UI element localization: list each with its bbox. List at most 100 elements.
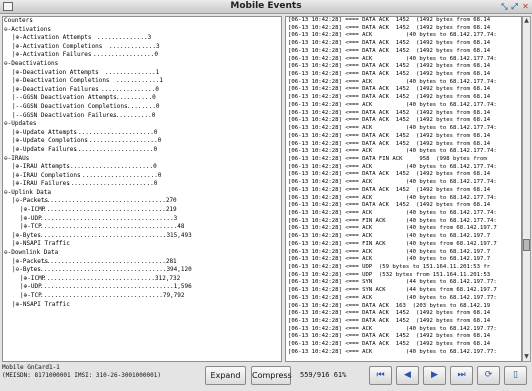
scroll-down-icon[interactable]: ▼ bbox=[523, 353, 530, 361]
log-line: [06-13 10:42:28] <=== ACK (40 bytes to 6… bbox=[288, 325, 497, 332]
log-line: [06-13 10:42:28] <=== ACK (40 bytes to 6… bbox=[288, 163, 497, 170]
maximize-icon[interactable]: ⤢ bbox=[510, 2, 519, 11]
counters-tree[interactable]: Counters ⊖-Activations |⊕-Activation Att… bbox=[2, 16, 282, 362]
tree-row[interactable]: |⊕-NSAPI Traffic bbox=[3, 240, 281, 249]
save-button[interactable]: ▯ bbox=[504, 366, 527, 385]
tree-row[interactable]: |⊖-Bytes................................… bbox=[3, 266, 281, 275]
device-identifiers: (MEISDN: 8171000001 IMSI: 310-26-3001000… bbox=[2, 372, 161, 379]
tree-row[interactable]: |⊕-Activation Completions .............3 bbox=[3, 43, 281, 52]
tree-row[interactable]: Counters bbox=[3, 17, 281, 26]
tree-row[interactable]: |⊕-NSAPI Traffic bbox=[3, 301, 281, 310]
tree-item: |⊕-Activation Attempts bbox=[12, 34, 92, 42]
tree-row[interactable]: |⊕-Update Completions...................… bbox=[3, 137, 281, 146]
tree-row[interactable]: |--GGSN Deactivation Attempts ..........0 bbox=[3, 94, 281, 103]
tree-value: ..................................219 bbox=[43, 206, 177, 214]
compress-button[interactable]: Compress bbox=[251, 366, 292, 385]
tree-value: .....................0 bbox=[82, 171, 162, 179]
tree-item: |⊕-TCP bbox=[20, 292, 42, 299]
tree-value: .....................0 bbox=[78, 128, 158, 136]
tree-value: ...........0 bbox=[112, 111, 156, 119]
event-log[interactable]: [06-13 10:42:28] ==== DATA ACK 1452 (149… bbox=[285, 16, 522, 362]
log-line: [06-13 10:42:28] <=== FIN ACK (40 bytes … bbox=[288, 217, 497, 224]
refresh-button[interactable]: ⟳ bbox=[477, 366, 500, 385]
tree-value: ...................0 bbox=[89, 137, 162, 145]
log-line: [06-13 10:42:28] <=== DATA ACK 1452 (149… bbox=[288, 132, 491, 139]
tree-row[interactable]: ⊖-Activations bbox=[3, 26, 281, 35]
tree-value: ..............1 bbox=[105, 68, 160, 76]
log-line: [06-13 10:42:28] <=== ACK (40 bytes to 6… bbox=[288, 179, 497, 186]
tree-row[interactable]: |⊕-Update Failures......................… bbox=[3, 146, 281, 155]
tree-value: .....................................3 bbox=[40, 214, 178, 222]
tree-row[interactable]: |⊕-UDP..................................… bbox=[3, 215, 281, 224]
previous-button[interactable]: ◀ bbox=[396, 366, 419, 385]
tree-row[interactable]: |⊕-Update Attempts .....................0 bbox=[3, 129, 281, 138]
log-line: [06-13 10:42:28] <=== ACK (40 bytes to 6… bbox=[288, 348, 497, 355]
log-line: [06-13 10:42:28] <=== DATA ACK 163 (203 … bbox=[288, 302, 491, 309]
tree-row[interactable]: ⊖-Uplink Data bbox=[3, 189, 281, 198]
log-line: [06-13 10:42:28] <=== DATA ACK 1452 (149… bbox=[288, 186, 491, 193]
tree-item: |⊕-Update Attempts bbox=[12, 128, 78, 136]
next-button[interactable]: ▶ bbox=[423, 366, 446, 385]
tree-row[interactable]: |⊕-ICMP.................................… bbox=[3, 206, 281, 215]
tree-value: ..................................281 bbox=[43, 257, 177, 265]
tree-row[interactable]: |⊕-Activation Attempts ..............3 bbox=[3, 34, 281, 43]
log-line: [06-13 10:42:28] <=== DATA ACK 1452 (149… bbox=[288, 40, 491, 47]
expand-button[interactable]: Expand bbox=[205, 366, 246, 385]
tree-row[interactable]: |⊕-IRAU Completions.....................… bbox=[3, 172, 281, 181]
tree-value: ........0 bbox=[127, 102, 160, 110]
tree-value: ......................0 bbox=[74, 145, 158, 153]
tree-row[interactable]: |--GGSN Deactivation Completions........… bbox=[3, 103, 281, 112]
window-title: Mobile Events bbox=[230, 1, 302, 11]
tree-row[interactable]: |--GGSN Deactivation Failures...........… bbox=[3, 112, 281, 121]
close-icon[interactable]: ✕ bbox=[521, 2, 530, 11]
tree-value: ..............3 bbox=[97, 34, 152, 42]
tree-item: |⊕-Deactivation Attempts bbox=[12, 68, 99, 76]
tree-row[interactable]: |⊕-IRAU Attempts .......................0 bbox=[3, 163, 281, 172]
log-line: [06-13 10:42:28] <=== DATA ACK 1452 (149… bbox=[288, 310, 491, 317]
tree-value: ...............................312,732 bbox=[43, 274, 181, 282]
tree-row[interactable]: |⊕-ICMP ...............................31… bbox=[3, 275, 281, 284]
tree-row[interactable]: |⊕-Bytes................................… bbox=[3, 232, 281, 241]
tree-group-uplink: ⊖-Uplink Data bbox=[4, 188, 51, 196]
tree-row[interactable]: |⊕-Activation Failures .................0 bbox=[3, 51, 281, 60]
tree-item: |⊕-Bytes bbox=[12, 231, 41, 239]
tree-row[interactable]: ⊖-Deactivations bbox=[3, 60, 281, 69]
tree-value: .....................................1,5… bbox=[40, 283, 192, 291]
log-line: [06-13 10:42:28] <=== ACK (40 bytes to 6… bbox=[288, 101, 497, 108]
tree-row[interactable]: ⊖-Downlink Data bbox=[3, 249, 281, 258]
tree-row[interactable]: |⊖-Packets..............................… bbox=[3, 197, 281, 206]
tree-group-updates: ⊖-Updates bbox=[4, 120, 37, 128]
tree-item: |⊕-UDP bbox=[20, 214, 42, 222]
skip-to-last-button[interactable]: ⏭ bbox=[450, 366, 473, 385]
tree-row[interactable]: |⊕-Deactivation Completions ............1 bbox=[3, 77, 281, 86]
log-line: [06-13 10:42:28] <=== ACK (40 bytes to 6… bbox=[288, 55, 497, 62]
tree-item: |⊕-TCP bbox=[20, 223, 42, 231]
scroll-up-icon[interactable]: ▲ bbox=[523, 17, 530, 25]
log-line: [06-13 10:42:28] <=== FIN ACK (40 bytes … bbox=[288, 240, 497, 247]
skip-to-first-button[interactable]: ⏮ bbox=[369, 366, 392, 385]
scroll-thumb[interactable] bbox=[523, 239, 530, 251]
tree-row[interactable]: |⊕-Deactivation Failures ...............0 bbox=[3, 86, 281, 95]
log-line: [06-13 10:42:28] <=== SYN (44 bytes to 6… bbox=[288, 279, 497, 286]
tree-row[interactable]: |⊕-UDP..................................… bbox=[3, 283, 281, 292]
tree-row[interactable]: |⊕-IRAU Failures........................… bbox=[3, 180, 281, 189]
log-scrollbar[interactable]: ▲ ▼ bbox=[522, 16, 531, 362]
log-line: [06-13 10:42:28] <=== ACK (40 bytes to 6… bbox=[288, 125, 497, 132]
log-line: [06-13 10:42:28] <=== DATA ACK 1452 (149… bbox=[288, 202, 491, 209]
tree-row[interactable]: |⊕-TCP..................................… bbox=[3, 223, 281, 232]
mobile-events-window: Mobile Events ⤡ ⤢ ✕ Counters ⊖-Activatio… bbox=[0, 0, 532, 391]
tree-row[interactable]: |⊕-Deactivation Attempts ..............1 bbox=[3, 69, 281, 78]
log-line: [06-13 10:42:28] <=== DATA ACK 1452 (149… bbox=[288, 341, 491, 348]
tree-row[interactable]: |⊕-TCP..................................… bbox=[3, 292, 281, 301]
tree-group-deactivations: ⊖-Deactivations bbox=[4, 59, 59, 67]
tree-row[interactable]: ⊖-Updates bbox=[3, 120, 281, 129]
log-line: [06-13 10:42:28] <=== DATA ACK 1452 (149… bbox=[288, 71, 491, 78]
tree-row[interactable]: |⊕-Packets..............................… bbox=[3, 258, 281, 267]
tree-group-activations: ⊖-Activations bbox=[4, 25, 51, 33]
title-bar[interactable]: Mobile Events ⤡ ⤢ ✕ bbox=[0, 0, 532, 14]
device-status: Mobile GnCard1-1 (MEISDN: 8171000001 IMS… bbox=[2, 364, 192, 388]
minimize-icon[interactable]: ⤡ bbox=[500, 2, 509, 11]
tree-row[interactable]: ⊖-IRAUs bbox=[3, 155, 281, 164]
tree-item: |⊕-Activation Failures bbox=[12, 51, 92, 59]
log-line: [06-13 10:42:28] <=== DATA ACK 1452 (149… bbox=[288, 86, 491, 93]
